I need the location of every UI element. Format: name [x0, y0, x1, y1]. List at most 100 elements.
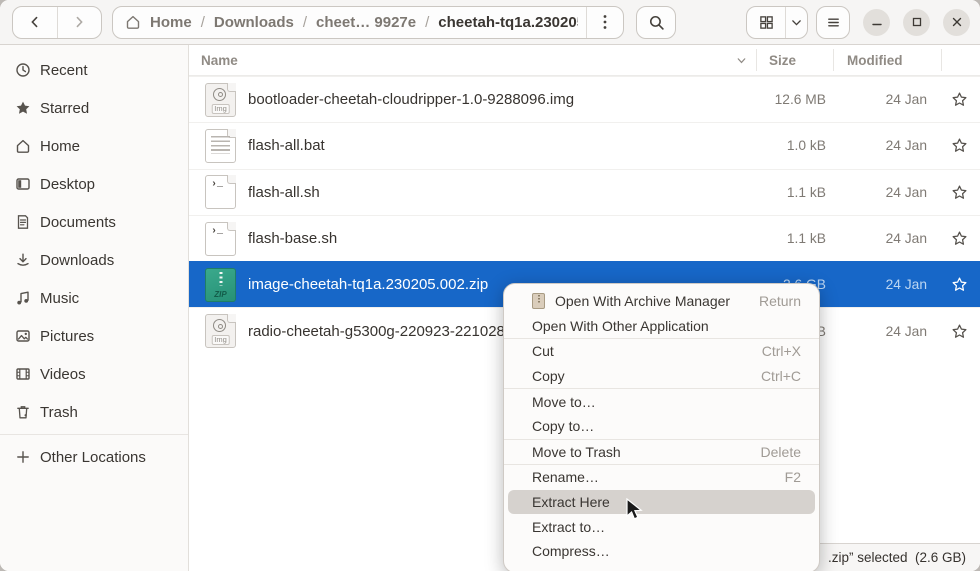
close-icon [951, 16, 963, 28]
forward-button[interactable] [57, 7, 102, 38]
breadcrumb-parent-folder[interactable]: cheet… 9927e [316, 14, 416, 31]
sidebar-item-desktop[interactable]: Desktop [0, 165, 188, 203]
breadcrumb-current-folder[interactable]: cheetah-tq1a.230205.002 [438, 14, 578, 31]
status-text: .zip” selected (2.6 GB) [828, 550, 966, 565]
column-header-size[interactable]: Size [757, 45, 833, 75]
minimize-icon [871, 16, 883, 28]
menu-shortcut: Return [759, 293, 801, 309]
sidebar-item-home[interactable]: Home [0, 127, 188, 165]
menu-item-copy-to[interactable]: Copy to… [508, 414, 815, 439]
file-size: 12.6 MB [756, 92, 832, 107]
file-size: 1.1 kB [756, 185, 832, 200]
sidebar-item-downloads[interactable]: Downloads [0, 241, 188, 279]
column-header-name[interactable]: Name [189, 45, 756, 75]
sidebar-item-label: Music [40, 290, 79, 307]
main-menu-button[interactable] [816, 6, 850, 39]
breadcrumb-home[interactable]: Home [150, 14, 192, 31]
path-bar: Home / Downloads / cheet… 9927e / cheeta… [112, 6, 624, 39]
path-options-button[interactable] [586, 7, 623, 38]
star-button[interactable] [939, 91, 980, 108]
zip-archive-file-icon: ZIP [205, 268, 236, 302]
sidebar-item-videos[interactable]: Videos [0, 355, 188, 393]
home-icon [15, 138, 31, 154]
sidebar-item-starred[interactable]: Starred [0, 89, 188, 127]
text-file-icon [205, 129, 236, 163]
file-row[interactable]: flash-all.bat 1.0 kB 24 Jan [189, 122, 980, 168]
sidebar-item-label: Desktop [40, 176, 95, 193]
star-button[interactable] [939, 184, 980, 201]
column-header-modified[interactable]: Modified [834, 45, 941, 75]
breadcrumb-separator: / [303, 14, 307, 31]
sidebar-item-label: Home [40, 138, 80, 155]
home-icon [125, 14, 141, 30]
menu-item-rename[interactable]: Rename… F2 [508, 465, 815, 490]
sidebar-item-label: Downloads [40, 252, 114, 269]
maximize-icon [911, 16, 923, 28]
grid-view-button[interactable] [747, 7, 785, 38]
star-button[interactable] [939, 137, 980, 154]
shell-script-file-icon: ›_ [205, 222, 236, 256]
grid-icon [759, 15, 774, 30]
titlebar: Home / Downloads / cheet… 9927e / cheeta… [0, 0, 980, 45]
sidebar-item-label: Pictures [40, 328, 94, 345]
file-name: image-cheetah-tq1a.230205.002.zip [248, 276, 488, 293]
menu-shortcut: Delete [761, 444, 801, 460]
column-label: Name [201, 53, 735, 68]
sidebar-item-trash[interactable]: Trash [0, 393, 188, 431]
menu-item-extract-here[interactable]: Extract Here [508, 490, 815, 515]
menu-item-extract-to[interactable]: Extract to… [508, 514, 815, 539]
view-options-button[interactable] [785, 7, 807, 38]
file-modified: 24 Jan [832, 185, 939, 200]
file-size: 1.1 kB [756, 231, 832, 246]
film-icon [15, 366, 31, 382]
sort-chevron-down-icon[interactable] [735, 54, 748, 67]
close-button[interactable] [943, 9, 970, 36]
file-row[interactable]: ›_ flash-base.sh 1.1 kB 24 Jan [189, 215, 980, 261]
maximize-button[interactable] [903, 9, 930, 36]
desktop-icon [15, 176, 31, 192]
file-row[interactable]: ›_ flash-all.sh 1.1 kB 24 Jan [189, 169, 980, 215]
menu-shortcut: Ctrl+X [762, 343, 801, 359]
selection-status: .zip” selected (2.6 GB) [805, 543, 980, 571]
file-modified: 24 Jan [832, 138, 939, 153]
column-header-star [942, 45, 980, 75]
sidebar-item-pictures[interactable]: Pictures [0, 317, 188, 355]
file-name: radio-cheetah-g5300g-220923-221028-b [248, 323, 518, 340]
menu-item-cut[interactable]: Cut Ctrl+X [508, 339, 815, 364]
chevron-down-icon [790, 16, 803, 29]
file-modified: 24 Jan [832, 92, 939, 107]
hamburger-icon [826, 15, 841, 30]
sidebar-item-documents[interactable]: Documents [0, 203, 188, 241]
file-name: flash-all.bat [248, 137, 325, 154]
column-label: Size [769, 53, 796, 68]
search-button[interactable] [636, 6, 676, 39]
breadcrumb-separator: / [201, 14, 205, 31]
sidebar-item-music[interactable]: Music [0, 279, 188, 317]
sidebar-item-other-locations[interactable]: Other Locations [0, 438, 188, 476]
plus-icon [15, 449, 31, 465]
file-modified: 24 Jan [832, 277, 939, 292]
menu-item-copy[interactable]: Copy Ctrl+C [508, 364, 815, 389]
menu-shortcut: Ctrl+C [761, 368, 801, 384]
menu-item-open-with-other-application[interactable]: Open With Other Application [508, 314, 815, 339]
menu-item-move-to-trash[interactable]: Move to Trash Delete [508, 440, 815, 465]
menu-item-move-to[interactable]: Move to… [508, 389, 815, 414]
breadcrumb-separator: / [425, 14, 429, 31]
picture-icon [15, 328, 31, 344]
star-button[interactable] [939, 230, 980, 247]
back-button[interactable] [13, 7, 57, 38]
breadcrumb-downloads[interactable]: Downloads [214, 14, 294, 31]
sidebar-item-recent[interactable]: Recent [0, 51, 188, 89]
archive-file-icon [532, 293, 545, 309]
star-button[interactable] [939, 276, 980, 293]
file-row[interactable]: Img bootloader-cheetah-cloudripper-1.0-9… [189, 76, 980, 122]
menu-item-compress[interactable]: Compress… [508, 539, 815, 564]
star-button[interactable] [939, 323, 980, 340]
sidebar-item-label: Trash [40, 404, 78, 421]
minimize-button[interactable] [863, 9, 890, 36]
star-icon [15, 100, 31, 116]
mouse-cursor [624, 498, 645, 522]
menu-item-open-with-archive-manager[interactable]: Open With Archive Manager Return [508, 289, 815, 314]
trash-icon [15, 404, 31, 420]
menu-shortcut: F2 [785, 469, 801, 485]
